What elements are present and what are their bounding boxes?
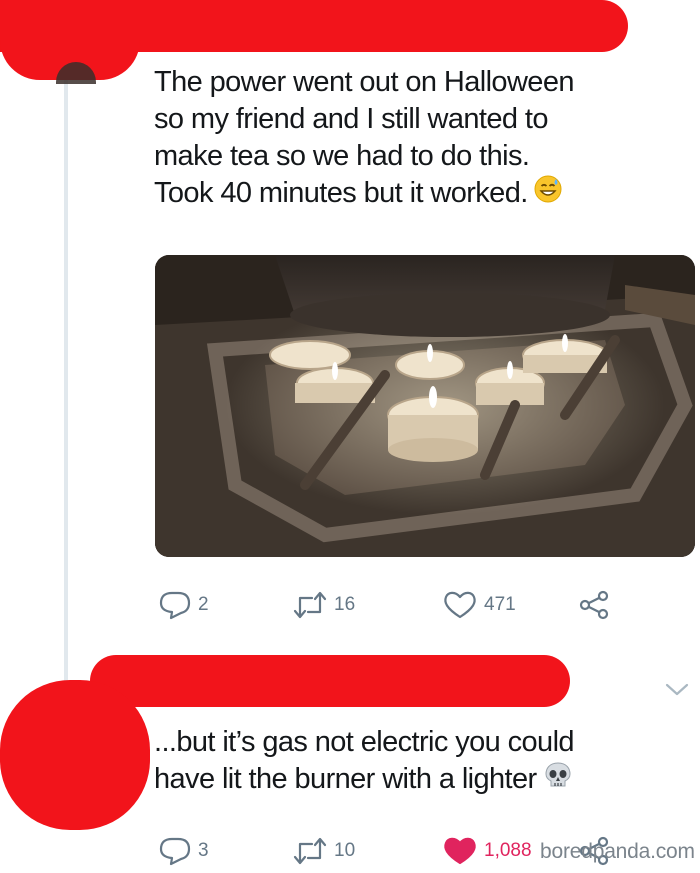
retweet-button[interactable]: 10 bbox=[292, 836, 355, 866]
tweet-text: ...but it’s gas not electric you could h… bbox=[154, 724, 684, 799]
thread-line bbox=[64, 80, 68, 690]
chevron-down-icon[interactable] bbox=[664, 682, 690, 698]
reply-button[interactable]: 3 bbox=[158, 836, 209, 866]
tweet-text-line: The power went out on Halloween bbox=[154, 66, 574, 98]
reply-icon bbox=[159, 837, 191, 866]
retweet-count: 10 bbox=[334, 840, 356, 861]
tweet-actions: 2 16 471 bbox=[158, 590, 678, 620]
share-icon bbox=[579, 590, 609, 620]
tweet-photo[interactable] bbox=[155, 255, 695, 557]
retweet-count: 16 bbox=[334, 594, 356, 615]
like-button[interactable]: 471 bbox=[442, 590, 516, 620]
tweet-text-line: make tea so we had to do this. bbox=[154, 140, 530, 172]
reply-button[interactable]: 2 bbox=[158, 590, 209, 620]
tweet-text-line: so my friend and I still wanted to bbox=[154, 103, 548, 135]
like-count: 1,088 bbox=[484, 840, 532, 861]
share-button[interactable] bbox=[578, 590, 610, 620]
tweet-text-line: Took 40 minutes but it worked. bbox=[154, 175, 684, 213]
candles-under-pot-image bbox=[155, 255, 695, 557]
like-button[interactable]: 1,088 bbox=[442, 836, 532, 866]
retweet-button[interactable]: 16 bbox=[292, 590, 355, 620]
like-icon bbox=[444, 837, 476, 865]
skull-emoji bbox=[543, 761, 573, 799]
grinning-sweat-emoji bbox=[534, 175, 562, 213]
watermark: boredpanda.com bbox=[540, 840, 695, 863]
reply-count: 2 bbox=[198, 594, 209, 615]
tweet-text-line: ...but it’s gas not electric you could bbox=[154, 726, 575, 758]
like-icon bbox=[444, 591, 476, 619]
redacted-avatar bbox=[0, 680, 150, 830]
retweet-icon bbox=[293, 837, 327, 865]
tweet-text: The power went out on Halloween so my fr… bbox=[154, 64, 684, 213]
redacted-username-bar bbox=[90, 655, 570, 707]
reply-icon bbox=[159, 591, 191, 620]
reply-count: 3 bbox=[198, 840, 209, 861]
like-count: 471 bbox=[484, 594, 516, 615]
tweet-text-line: have lit the burner with a lighter bbox=[154, 761, 684, 799]
retweet-icon bbox=[293, 591, 327, 619]
